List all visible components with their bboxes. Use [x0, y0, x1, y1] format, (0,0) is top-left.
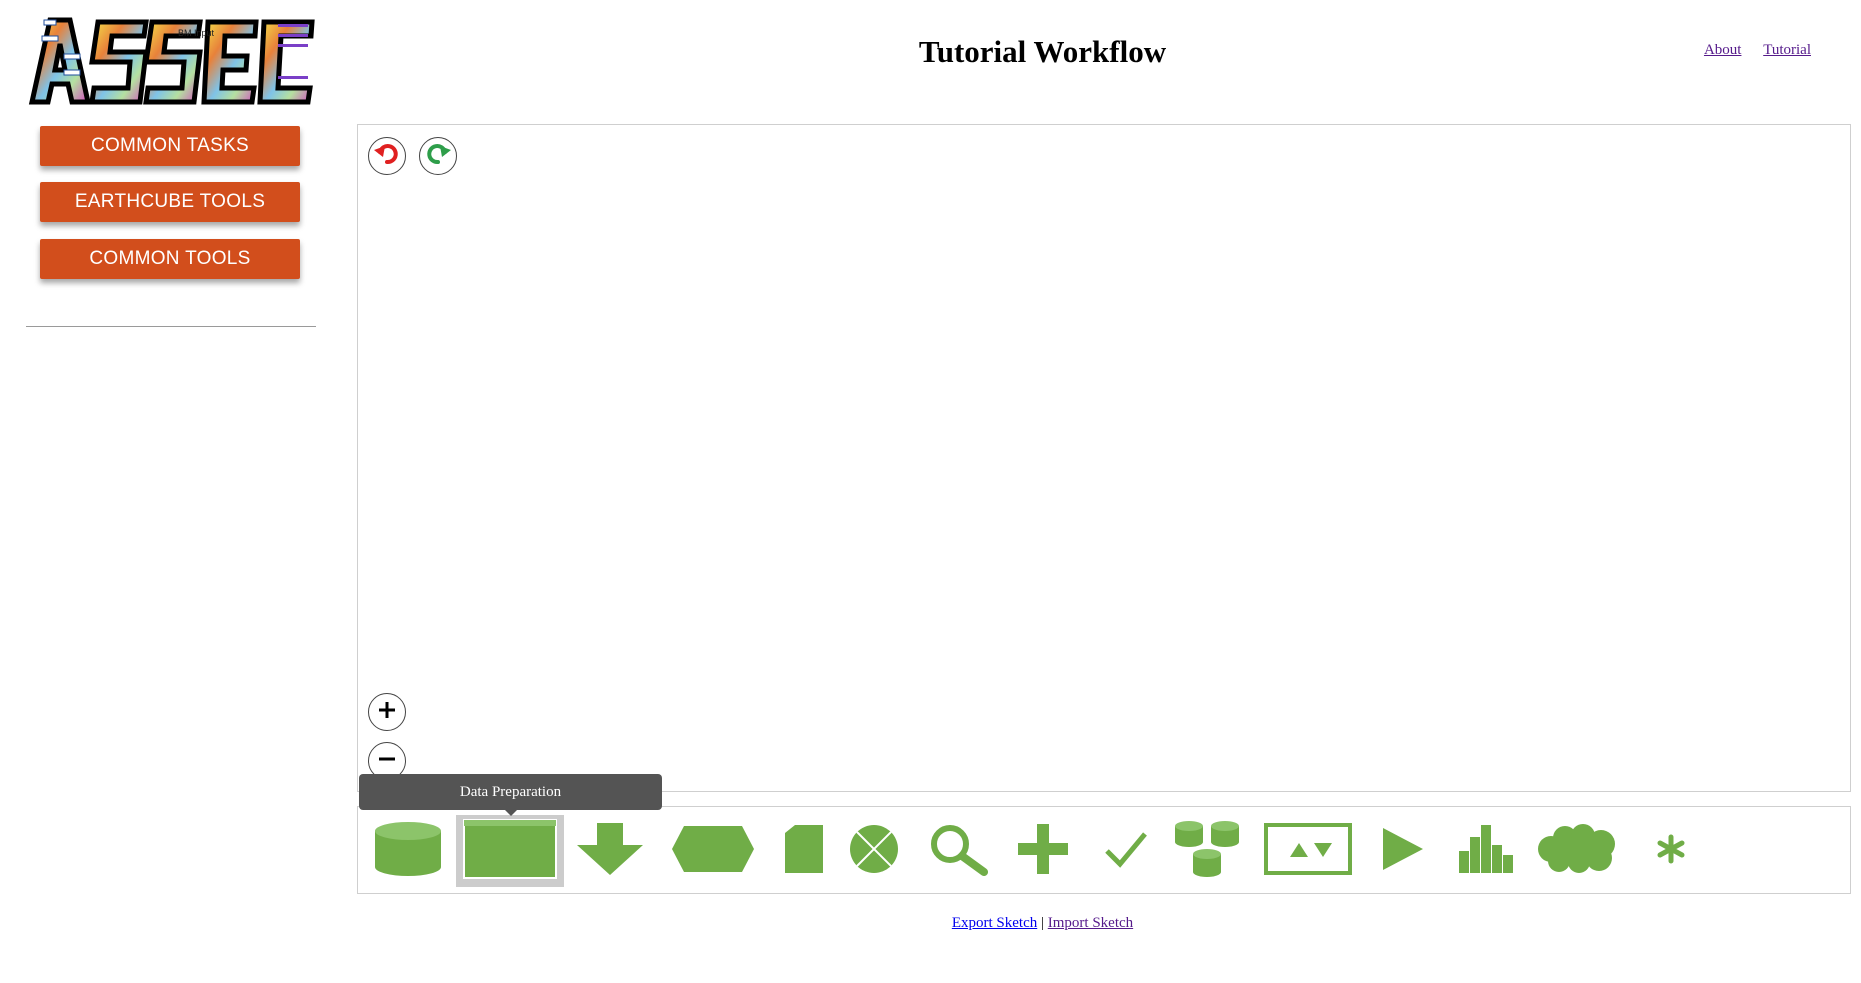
checkmark-icon — [1104, 829, 1148, 874]
zoom-in-button[interactable] — [368, 693, 406, 731]
export-sketch-link[interactable]: Export Sketch — [952, 915, 1037, 931]
plus-icon — [376, 699, 398, 726]
asterisk-icon — [1656, 834, 1686, 869]
redo-arrow-icon — [424, 140, 452, 173]
shape-down-arrow[interactable] — [570, 815, 650, 887]
common-tools-button[interactable]: COMMON TOOLS — [40, 239, 300, 279]
minus-icon — [376, 748, 398, 775]
shape-cloud[interactable] — [1532, 815, 1622, 887]
shape-search[interactable] — [923, 815, 993, 887]
shape-check[interactable] — [1096, 815, 1156, 887]
shape-document[interactable] — [774, 815, 834, 887]
top-links: About Tutorial — [1686, 42, 1811, 59]
shape-database[interactable] — [368, 815, 448, 887]
shape-tooltip: Data Preparation — [359, 774, 662, 810]
earthcube-tools-button[interactable]: EARTHCUBE TOOLS — [40, 182, 300, 222]
workflow-canvas[interactable] — [357, 124, 1851, 792]
shape-multiple-databases[interactable] — [1168, 815, 1248, 887]
bar-chart-icon — [1457, 823, 1515, 880]
shape-asterisk[interactable] — [1638, 815, 1704, 887]
cylinders-icon — [1173, 820, 1243, 883]
rectangle-icon — [462, 818, 558, 885]
cylinder-icon — [373, 821, 443, 882]
plus-icon — [1016, 822, 1070, 881]
circle-x-icon — [848, 823, 900, 880]
shape-sort[interactable] — [1262, 815, 1354, 887]
shape-hexagon[interactable] — [668, 815, 758, 887]
shape-circle-x[interactable] — [843, 815, 905, 887]
shape-plus[interactable] — [1008, 815, 1078, 887]
shape-bar-chart[interactable] — [1446, 815, 1526, 887]
page-title: Tutorial Workflow — [918, 34, 1167, 69]
magnifier-icon — [928, 822, 988, 881]
about-link[interactable]: About — [1704, 42, 1742, 58]
play-icon — [1381, 826, 1425, 877]
tooltip-arrow — [505, 810, 517, 816]
import-sketch-link[interactable]: Import Sketch — [1048, 915, 1133, 931]
undo-arrow-icon — [373, 140, 401, 173]
document-icon — [783, 823, 825, 880]
redo-button[interactable] — [419, 137, 457, 175]
shape-play[interactable] — [1368, 815, 1438, 887]
undo-button[interactable] — [368, 137, 406, 175]
cloud-icon — [1535, 823, 1619, 879]
shape-data-preparation[interactable] — [456, 815, 564, 887]
hexagon-icon — [670, 824, 756, 879]
down-arrow-icon — [575, 821, 645, 882]
sort-box-icon — [1264, 822, 1352, 880]
footer-separator: | — [1040, 915, 1044, 931]
shape-palette — [357, 806, 1851, 894]
tutorial-link[interactable]: Tutorial — [1763, 42, 1811, 58]
common-tasks-button[interactable]: COMMON TASKS — [40, 126, 300, 166]
footer-links: Export Sketch | Import Sketch — [0, 915, 1861, 932]
sidebar-divider — [26, 326, 316, 327]
